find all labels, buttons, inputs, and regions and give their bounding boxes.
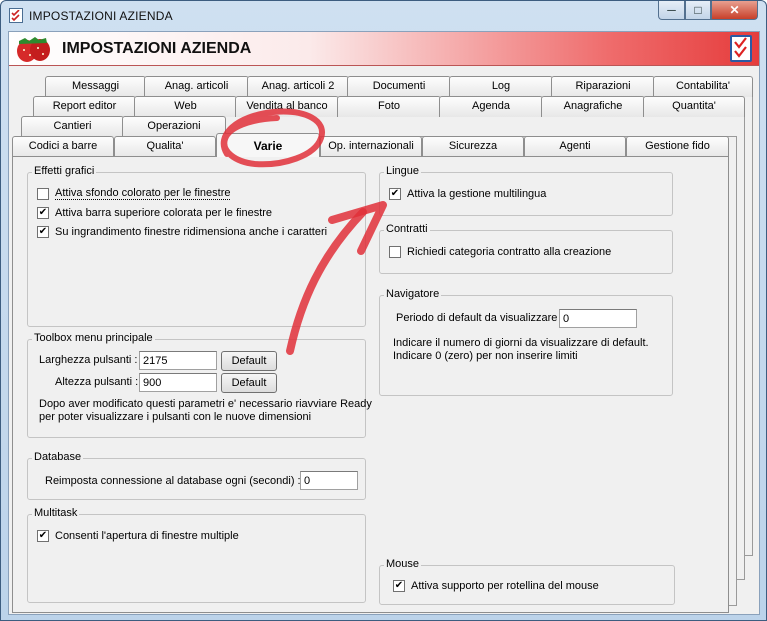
width-default-button[interactable]: Default xyxy=(221,351,277,371)
tab-gestione-fido[interactable]: Gestione fido xyxy=(626,136,729,157)
tab-qualita[interactable]: Qualita' xyxy=(114,136,216,157)
checkbox-box[interactable] xyxy=(37,187,49,200)
group-database: Database Reimposta connessione al databa… xyxy=(27,451,366,500)
tab-op-internazionali[interactable]: Op. internazionali xyxy=(320,136,422,157)
strawberry-logo-icon xyxy=(17,37,50,62)
database-label: Reimposta connessione al database ogni (… xyxy=(45,475,301,487)
tab-cantieri[interactable]: Cantieri xyxy=(21,116,124,137)
group-title: Navigatore xyxy=(384,288,442,300)
checkbox-multilingua[interactable]: ✔ Attiva la gestione multilingua xyxy=(389,188,546,200)
tab-log[interactable]: Log xyxy=(449,76,553,97)
tab-foto[interactable]: Foto xyxy=(337,96,441,117)
checkbox-rotellina-mouse[interactable]: ✔ Attiva supporto per rotellina del mous… xyxy=(393,580,599,592)
group-mouse: Mouse ✔ Attiva supporto per rotellina de… xyxy=(379,558,675,605)
toolbox-note-line2: per poter visualizzare i pulsanti con le… xyxy=(39,411,312,423)
tab-anag-articoli[interactable]: Anag. articoli xyxy=(144,76,249,97)
checkbox-label: Richiedi categoria contratto alla creazi… xyxy=(407,246,612,258)
checkbox-box[interactable]: ✔ xyxy=(37,530,49,542)
checkbox-categoria-contratto[interactable]: Richiedi categoria contratto alla creazi… xyxy=(389,246,611,258)
client-area: IMPOSTAZIONI AZIENDA Messaggi Anag. arti… xyxy=(8,31,760,615)
header-banner: IMPOSTAZIONI AZIENDA xyxy=(9,32,759,66)
checkbox-box[interactable]: ✔ xyxy=(389,188,401,200)
application-window: IMPOSTAZIONI AZIENDA ─ □ ✕ IMPOSTAZIONI … xyxy=(0,0,767,621)
group-multitask: Multitask ✔ Consenti l'apertura di fines… xyxy=(27,507,366,603)
tab-agenda[interactable]: Agenda xyxy=(439,96,543,117)
checklist-app-icon xyxy=(9,8,23,23)
group-title: Contratti xyxy=(384,223,430,235)
checkbox-box[interactable] xyxy=(389,246,401,258)
width-label: Larghezza pulsanti : xyxy=(39,354,138,366)
checkbox-sfondo-colorato[interactable]: Attiva sfondo colorato per le finestre xyxy=(37,187,231,200)
maximize-button[interactable]: □ xyxy=(685,1,711,20)
periodo-default-input[interactable] xyxy=(559,309,637,328)
database-seconds-input[interactable] xyxy=(300,471,358,490)
navigatore-note-line1: Indicare il numero di giorni da visualiz… xyxy=(393,337,649,349)
navigatore-label: Periodo di default da visualizzare : xyxy=(396,312,564,324)
checkbox-label: Attiva la gestione multilingua xyxy=(407,188,547,200)
group-lingue: Lingue ✔ Attiva la gestione multilingua xyxy=(379,165,673,216)
minimize-icon: ─ xyxy=(667,3,676,17)
navigatore-note-line2: Indicare 0 (zero) per non inserire limit… xyxy=(393,350,578,362)
checkbox-box[interactable]: ✔ xyxy=(37,226,49,238)
window-title: IMPOSTAZIONI AZIENDA xyxy=(29,9,173,23)
height-input[interactable] xyxy=(139,373,217,392)
group-navigatore: Navigatore Periodo di default da visuali… xyxy=(379,288,673,396)
group-title: Mouse xyxy=(384,558,422,570)
tab-sicurezza[interactable]: Sicurezza xyxy=(422,136,524,157)
checkbox-label: Consenti l'apertura di finestre multiple xyxy=(55,530,239,542)
tab-vendita-al-banco[interactable]: Vendita al banco xyxy=(235,96,339,117)
tab-documenti[interactable]: Documenti xyxy=(347,76,451,97)
checkbox-label: Attiva sfondo colorato per le finestre xyxy=(55,187,231,200)
tab-report-editor[interactable]: Report editor xyxy=(33,96,136,117)
checkbox-box[interactable]: ✔ xyxy=(37,207,49,219)
toolbox-note-line1: Dopo aver modificato questi parametri e'… xyxy=(39,398,372,410)
tab-web[interactable]: Web xyxy=(134,96,237,117)
tab-anagrafiche[interactable]: Anagrafiche xyxy=(541,96,645,117)
checkbox-barra-superiore[interactable]: ✔ Attiva barra superiore colorata per le… xyxy=(37,207,272,219)
group-title: Multitask xyxy=(32,507,80,519)
group-title: Effetti grafici xyxy=(32,165,97,177)
tab-operazioni[interactable]: Operazioni xyxy=(122,116,226,137)
close-button[interactable]: ✕ xyxy=(711,1,758,20)
height-label: Altezza pulsanti : xyxy=(55,376,139,388)
checkbox-ridimensiona-caratteri[interactable]: ✔ Su ingrandimento finestre ridimensiona… xyxy=(37,226,327,238)
group-title: Database xyxy=(32,451,84,463)
close-icon: ✕ xyxy=(729,3,740,17)
group-title: Lingue xyxy=(384,165,422,177)
checkbox-label: Attiva supporto per rotellina del mouse xyxy=(411,580,599,592)
checklist-icon xyxy=(730,35,752,62)
tab-agenti[interactable]: Agenti xyxy=(524,136,626,157)
width-input[interactable] xyxy=(139,351,217,370)
group-effetti-grafici: Effetti grafici Attiva sfondo colorato p… xyxy=(27,165,366,327)
checkbox-label: Su ingrandimento finestre ridimensiona a… xyxy=(55,226,328,238)
group-contratti: Contratti Richiedi categoria contratto a… xyxy=(379,223,673,274)
checkbox-box[interactable]: ✔ xyxy=(393,580,405,592)
tab-panel-varie: Effetti grafici Attiva sfondo colorato p… xyxy=(12,156,729,613)
tab-quantita[interactable]: Quantita' xyxy=(643,96,745,117)
maximize-icon: □ xyxy=(694,3,702,17)
tab-varie[interactable]: Varie xyxy=(216,133,320,157)
checkbox-finestre-multiple[interactable]: ✔ Consenti l'apertura di finestre multip… xyxy=(37,530,239,542)
title-bar[interactable]: IMPOSTAZIONI AZIENDA ─ □ ✕ xyxy=(1,1,766,31)
checkbox-label: Attiva barra superiore colorata per le f… xyxy=(55,207,273,219)
tab-messaggi[interactable]: Messaggi xyxy=(45,76,146,97)
tab-contabilita[interactable]: Contabilita' xyxy=(653,76,753,97)
tab-riparazioni[interactable]: Riparazioni xyxy=(551,76,655,97)
group-title: Toolbox menu principale xyxy=(32,332,155,344)
page-title: IMPOSTAZIONI AZIENDA xyxy=(62,40,252,57)
tab-codici-a-barre[interactable]: Codici a barre xyxy=(12,136,114,157)
minimize-button[interactable]: ─ xyxy=(658,1,685,20)
group-toolbox: Toolbox menu principale Larghezza pulsan… xyxy=(27,332,372,438)
tab-anag-articoli-2[interactable]: Anag. articoli 2 xyxy=(247,76,349,97)
height-default-button[interactable]: Default xyxy=(221,373,277,393)
